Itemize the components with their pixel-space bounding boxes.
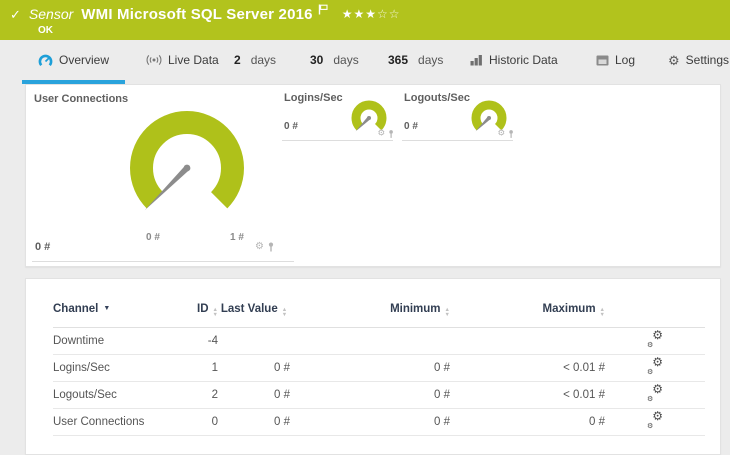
tab-log-label: Log (615, 53, 636, 67)
sort-icon: ▲ ▼ (444, 307, 450, 318)
channel-name[interactable]: Logins/Sec (53, 354, 173, 382)
gauge-icon (38, 54, 53, 67)
sort-desc-icon: ▼ (103, 305, 111, 312)
gauges-panel: User Connections 0 # 1 # 0 # ⚙ Logins/Se… (25, 84, 721, 267)
gear-icon: ⚙ (668, 52, 680, 68)
sort-icon: ▲ ▼ (281, 307, 288, 318)
gear-icon[interactable]: ⚙ (497, 129, 505, 139)
tab-historic-data-label: Historic Data (489, 53, 558, 67)
channel-id: 2 (173, 381, 218, 409)
channel-minimum: 0 # (290, 354, 450, 382)
channel-name[interactable]: Logouts/Sec (53, 381, 173, 409)
table-header-row: Channel ▼ ID ▲ ▼ Last Value ▲ ▼ Minimum ▲ ▼ Max… (53, 303, 705, 328)
primary-gauge-value: 0 # (35, 241, 51, 253)
tab-365-days-number: 365 (388, 53, 409, 67)
tab-2-days-unit: days (250, 53, 277, 67)
tab-overview-label: Overview (59, 53, 110, 67)
channel-last-value: 0 # (218, 408, 290, 436)
bar-chart-icon (470, 54, 483, 66)
channel-name[interactable]: User Connections (53, 408, 173, 436)
logouts-gauge-value: 0 # (404, 121, 418, 132)
gear-icon[interactable]: ⚙ (255, 242, 264, 252)
column-header-id[interactable]: ID ▲ ▼ (173, 303, 218, 328)
logouts-gauge-actions: ⚙ (497, 129, 515, 139)
status-badge: OK (38, 25, 53, 36)
channel-maximum: 0 # (450, 408, 605, 436)
channel-last-value: 0 # (218, 354, 290, 382)
sensor-kind-label: Sensor (28, 6, 74, 22)
channel-id: 0 (173, 408, 218, 436)
table-row: Logins/Sec 1 0 # 0 # < 0.01 # ⚙ ⚙ (53, 354, 705, 382)
tab-30-days[interactable]: 30 days (304, 40, 365, 80)
user-connections-gauge (130, 111, 244, 211)
channel-settings-icon[interactable]: ⚙ ⚙ (647, 356, 663, 376)
tab-historic-data[interactable]: Historic Data (464, 40, 564, 80)
logouts-gauge-title: Logouts/Sec (404, 92, 471, 104)
primary-gauge-title: User Connections (34, 93, 129, 105)
column-header-maximum[interactable]: Maximum ▲ ▼ (450, 303, 605, 328)
channel-last-value (218, 327, 290, 355)
channel-minimum (290, 327, 450, 355)
channel-last-value: 0 # (218, 381, 290, 409)
live-signal-icon (146, 54, 162, 66)
log-window-icon (596, 55, 609, 66)
status-check-icon: ✓ (10, 7, 21, 22)
table-row: User Connections 0 0 # 0 # 0 # ⚙ ⚙ (53, 408, 705, 436)
channel-maximum: < 0.01 # (450, 381, 605, 409)
logins-gauge-actions: ⚙ (377, 129, 395, 139)
table-row: Downtime -4 ⚙ ⚙ (53, 327, 705, 355)
channels-table: Channel ▼ ID ▲ ▼ Last Value ▲ ▼ Minimum ▲ ▼ Max… (53, 303, 705, 436)
table-row: Logouts/Sec 2 0 # 0 # < 0.01 # ⚙ ⚙ (53, 381, 705, 409)
tab-30-days-number: 30 (310, 53, 324, 67)
primary-gauge-actions: ⚙ (255, 242, 275, 252)
column-header-minimum[interactable]: Minimum ▲ ▼ (290, 303, 450, 328)
channel-id: -4 (173, 327, 218, 355)
tab-365-days-unit: days (418, 53, 444, 67)
channel-maximum: < 0.01 # (450, 354, 605, 382)
tab-2-days[interactable]: 2 days (228, 40, 282, 80)
pin-icon[interactable] (508, 130, 515, 139)
tab-365-days[interactable]: 365 days (382, 40, 449, 80)
tab-live-data-label: Live Data (168, 53, 219, 67)
tab-live-data[interactable]: Live Data (140, 40, 225, 80)
channel-settings-icon[interactable]: ⚙ ⚙ (647, 383, 663, 403)
sensor-title: WMI Microsoft SQL Server 2016 (81, 6, 313, 23)
stars-filled[interactable]: ★★★ (342, 7, 377, 21)
column-header-last-value[interactable]: Last Value ▲ ▼ (218, 303, 290, 328)
sort-icon: ▲ ▼ (599, 307, 605, 318)
channel-minimum: 0 # (290, 408, 450, 436)
tab-log[interactable]: Log (590, 40, 641, 80)
channels-panel: Channel ▼ ID ▲ ▼ Last Value ▲ ▼ Minimum ▲ ▼ Max… (25, 278, 721, 455)
channel-settings-icon[interactable]: ⚙ ⚙ (647, 329, 663, 349)
priority-stars[interactable]: ★★★☆☆ (342, 7, 401, 21)
pin-icon[interactable] (388, 130, 395, 139)
column-header-channel[interactable]: Channel ▼ (53, 303, 173, 328)
logins-gauge-value: 0 # (284, 121, 298, 132)
stars-empty[interactable]: ☆☆ (377, 7, 401, 21)
tab-bar: Overview Live Data 2 days 30 days 365 days (0, 40, 730, 84)
pin-icon[interactable] (267, 242, 275, 252)
gear-icon[interactable]: ⚙ (377, 129, 385, 139)
sensor-status-bar: ✓ Sensor WMI Microsoft SQL Server 2016 ★… (0, 0, 730, 40)
channel-maximum (450, 327, 605, 355)
tab-30-days-unit: days (333, 53, 359, 67)
gauge-scale-min: 0 # (146, 232, 160, 243)
tab-settings[interactable]: ⚙ Settings (662, 40, 730, 80)
channel-name[interactable]: Downtime (53, 327, 173, 355)
channel-id: 1 (173, 354, 218, 382)
gauge-scale-max: 1 # (230, 232, 244, 243)
channel-minimum: 0 # (290, 381, 450, 409)
logins-gauge-title: Logins/Sec (284, 92, 343, 104)
tab-2-days-number: 2 (234, 53, 241, 67)
tab-overview[interactable]: Overview (22, 40, 126, 84)
sort-icon: ▲ ▼ (212, 307, 218, 318)
tab-settings-label: Settings (685, 53, 730, 67)
channel-settings-icon[interactable]: ⚙ ⚙ (647, 410, 663, 430)
priority-flag-icon[interactable] (318, 4, 328, 15)
